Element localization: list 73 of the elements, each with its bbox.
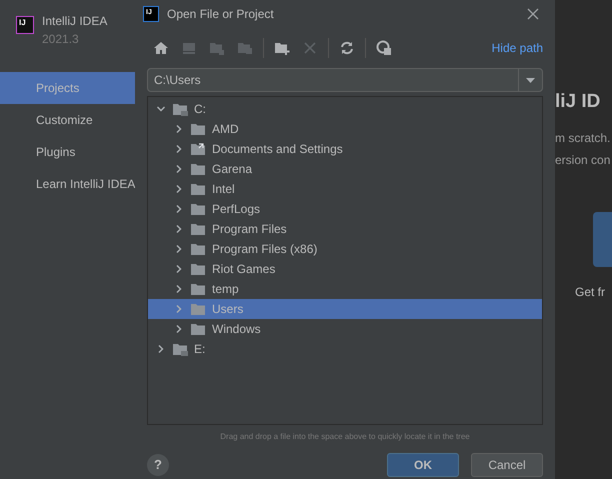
chevron-right-icon[interactable] <box>174 224 184 234</box>
tree-row[interactable]: AMD <box>148 119 542 139</box>
folder-icon <box>190 302 206 316</box>
welcome-text: m scratch. <box>555 130 612 146</box>
sidebar-item[interactable]: Plugins <box>0 136 135 168</box>
help-button[interactable]: ? <box>147 454 169 476</box>
tree-row[interactable]: Program Files (x86) <box>148 239 542 259</box>
folder-icon <box>190 122 206 136</box>
hint-text: Drag and drop a file into the space above to quickly locate it in the tree <box>219 431 471 443</box>
tree-row[interactable]: Program Files <box>148 219 542 239</box>
tree-row[interactable]: Garena <box>148 159 542 179</box>
tree-label: Garena <box>212 161 252 178</box>
tree-row[interactable]: E: <box>148 339 542 359</box>
tree-label: Program Files <box>212 221 287 238</box>
tree-label: Intel <box>212 181 235 198</box>
chevron-right-icon[interactable] <box>174 164 184 174</box>
new-folder-icon[interactable] <box>274 40 290 56</box>
tree-label: E: <box>194 341 206 358</box>
drive-icon <box>172 102 188 116</box>
chevron-down-icon[interactable] <box>156 104 166 114</box>
hide-path-link[interactable]: Hide path <box>492 39 543 57</box>
chevron-right-icon[interactable] <box>174 124 184 134</box>
tree-row[interactable]: Intel <box>148 179 542 199</box>
path-combo[interactable]: C:\Users <box>147 68 543 92</box>
close-icon[interactable] <box>527 8 539 20</box>
folder-icon <box>190 222 206 236</box>
folder-icon <box>190 182 206 196</box>
app-logo: IJ <box>16 16 34 34</box>
tree-label: Documents and Settings <box>212 141 343 158</box>
path-value: C:\Users <box>153 72 202 89</box>
cancel-button[interactable]: Cancel <box>471 453 543 477</box>
chevron-right-icon[interactable] <box>174 144 184 154</box>
tree-row[interactable]: C: <box>148 99 542 119</box>
welcome-text: ersion con <box>555 152 612 168</box>
tree-row[interactable]: Riot Games <box>148 259 542 279</box>
tree-row[interactable]: Windows <box>148 319 542 339</box>
tree-label: AMD <box>212 121 239 138</box>
tree-label: Users <box>212 301 244 318</box>
tree-row[interactable]: PerfLogs <box>148 199 542 219</box>
folder-icon <box>190 262 206 276</box>
tree-label: temp <box>212 281 239 298</box>
ok-button[interactable]: OK <box>387 453 459 477</box>
tree-label: C: <box>194 101 206 118</box>
drive-icon <box>172 342 188 356</box>
chevron-right-icon[interactable] <box>174 284 184 294</box>
app-version: 2021.3 <box>42 31 80 48</box>
chevron-right-icon[interactable] <box>174 244 184 254</box>
tree-label: Program Files (x86) <box>212 241 318 258</box>
tree-row[interactable]: Documents and Settings <box>148 139 542 159</box>
button-caption: Get fr <box>575 284 606 300</box>
chevron-right-icon[interactable] <box>156 344 166 354</box>
folder-icon <box>190 322 206 336</box>
folder-icon <box>190 242 206 256</box>
dropdown-arrow-icon[interactable] <box>526 78 535 82</box>
tree-label: Riot Games <box>212 261 276 278</box>
dialog-title: Open File or Project <box>167 6 274 23</box>
folder-icon <box>190 162 206 176</box>
tree-row[interactable]: temp <box>148 279 542 299</box>
chevron-right-icon[interactable] <box>174 264 184 274</box>
folder-icon <box>190 202 206 216</box>
tree-label: Windows <box>212 321 261 338</box>
chevron-right-icon[interactable] <box>174 324 184 334</box>
tree-label: PerfLogs <box>212 201 260 218</box>
home-icon[interactable] <box>153 40 169 56</box>
sidebar-item[interactable]: Customize <box>0 104 135 136</box>
welcome-title: liJ ID <box>555 90 602 114</box>
chevron-right-icon[interactable] <box>174 204 184 214</box>
folder-shortcut-icon <box>190 142 206 156</box>
folder-icon <box>190 282 206 296</box>
sidebar-item[interactable]: Learn IntelliJ IDEA <box>0 168 135 200</box>
app-name: IntelliJ IDEA <box>42 13 108 30</box>
refresh-icon[interactable] <box>339 40 355 56</box>
chevron-right-icon[interactable] <box>174 184 184 194</box>
